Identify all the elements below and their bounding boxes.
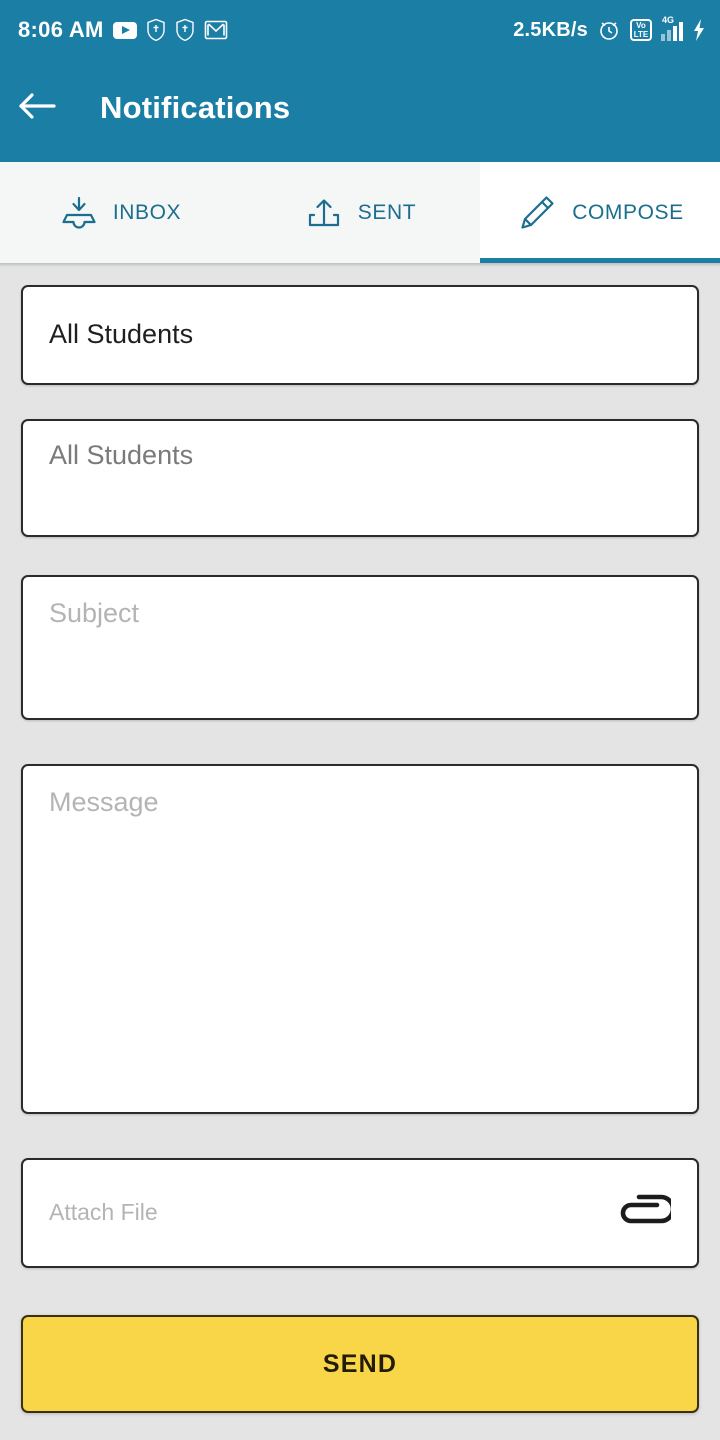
page-title: Notifications <box>100 90 291 125</box>
gmail-icon <box>204 19 228 41</box>
attach-file-input[interactable]: Attach File <box>21 1158 699 1268</box>
youtube-icon <box>112 21 137 39</box>
message-input[interactable]: Message <box>21 764 699 1114</box>
inbox-download-icon <box>59 193 99 233</box>
back-arrow-icon <box>16 89 58 128</box>
tab-inbox-label: INBOX <box>112 200 182 224</box>
audience-select[interactable]: All Students <box>21 285 699 385</box>
pencil-icon <box>516 192 558 234</box>
back-button[interactable] <box>0 54 74 162</box>
tab-compose-label: COMPOSE <box>572 200 684 224</box>
notifications-screen: 8:06 AM 2.5KB/s Vo LTE 4G Notifications … <box>0 0 720 1440</box>
volte-top-label: Vo <box>636 21 646 30</box>
recipients-placeholder: All Students <box>49 440 194 470</box>
charging-bolt-icon <box>692 18 706 42</box>
volte-bottom-label: LTE <box>633 30 649 39</box>
outbox-upload-icon <box>304 193 344 233</box>
tab-sent[interactable]: SENT <box>240 162 480 263</box>
attach-file-placeholder: Attach File <box>49 1199 158 1226</box>
tab-bar-shadow <box>0 263 720 267</box>
tab-inbox[interactable]: INBOX <box>0 162 240 263</box>
message-placeholder: Message <box>49 787 159 817</box>
shield-icon <box>175 18 195 42</box>
audience-select-value: All Students <box>49 319 194 350</box>
app-bar: Notifications <box>0 54 720 162</box>
tab-compose[interactable]: COMPOSE <box>480 162 720 263</box>
recipients-input[interactable]: All Students <box>21 419 699 537</box>
shield-icon <box>146 18 166 42</box>
send-button[interactable]: SEND <box>21 1315 699 1413</box>
status-time: 8:06 AM <box>18 17 104 42</box>
network-speed: 2.5KB/s <box>513 18 588 41</box>
status-bar-right: 2.5KB/s Vo LTE 4G <box>513 15 706 42</box>
status-bar-left: 8:06 AM <box>18 17 228 43</box>
subject-placeholder: Subject <box>49 598 140 628</box>
paperclip-icon[interactable] <box>617 1193 671 1233</box>
status-bar: 8:06 AM 2.5KB/s Vo LTE 4G <box>0 0 720 54</box>
volte-icon: Vo LTE <box>630 19 652 41</box>
alarm-clock-icon <box>597 18 621 42</box>
network-type-label: 4G <box>662 15 675 25</box>
tab-sent-label: SENT <box>357 200 417 224</box>
subject-input[interactable]: Subject <box>21 575 699 720</box>
signal-bars-icon: 4G <box>661 15 683 41</box>
tab-bar: INBOX SENT COMPOSE <box>0 162 720 263</box>
